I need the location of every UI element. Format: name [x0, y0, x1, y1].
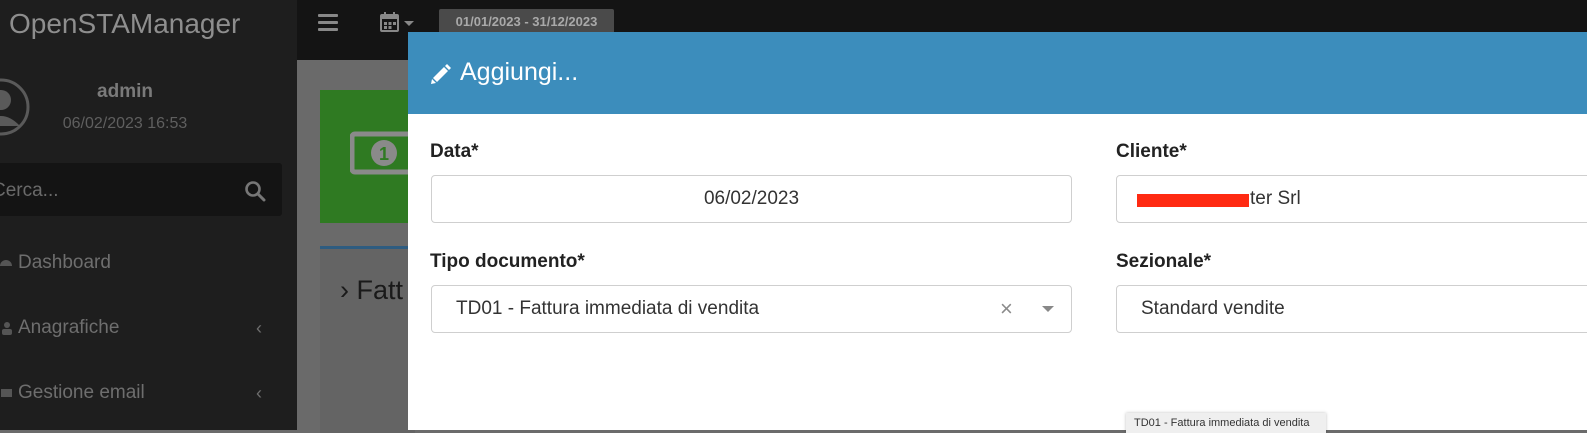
chevron-right-icon: › — [340, 275, 349, 305]
money-icon: 1 — [350, 131, 415, 175]
search-icon[interactable] — [244, 180, 266, 202]
tipo-documento-select[interactable]: TD01 - Fattura immediata di vendita × — [431, 285, 1072, 333]
tipo-documento-value: TD01 - Fattura immediata di vendita — [456, 298, 760, 319]
pencil-icon — [431, 64, 451, 84]
content-panel: › Fatt — [320, 246, 415, 433]
app-logo[interactable]: OpenSTAManager — [0, 0, 297, 60]
user-datetime: 06/02/2023 16:53 — [62, 115, 188, 132]
chevron-left-icon: ‹ — [256, 383, 262, 403]
sidebar-item-label: Gestione email — [18, 382, 145, 403]
sidebar-item-gestione-email[interactable]: Gestione email ‹ — [0, 373, 297, 413]
dashboard-icon — [0, 260, 12, 266]
sidebar: admin 06/02/2023 16:53 Dashboard Anagraf… — [0, 60, 297, 430]
sezionale-label: Sezionale* — [1116, 251, 1212, 272]
chevron-down-icon — [404, 21, 414, 26]
search-input[interactable] — [0, 163, 234, 218]
tipo-documento-label: Tipo documento* — [430, 251, 585, 272]
modal-title: Aggiungi... — [460, 58, 579, 86]
sidebar-item-label: Dashboard — [18, 252, 111, 273]
calendar-dropdown-button[interactable] — [380, 12, 420, 34]
envelope-icon — [1, 389, 12, 397]
sezionale-select[interactable]: Standard vendite — [1116, 285, 1587, 333]
redaction-mark — [1137, 194, 1249, 207]
info-box-card[interactable]: 1 — [320, 90, 415, 223]
calendar-icon — [380, 12, 414, 32]
chevron-down-icon[interactable] — [1042, 306, 1054, 312]
hamburger-menu-icon[interactable] — [318, 14, 338, 32]
users-icon — [2, 322, 12, 335]
modal-header: Aggiungi... — [408, 32, 1587, 114]
tooltip: TD01 - Fattura immediata di vendita — [1126, 413, 1326, 433]
cliente-value: ter Srl — [1250, 188, 1301, 209]
sidebar-item-label: Anagrafiche — [18, 317, 120, 338]
data-field[interactable] — [431, 175, 1072, 223]
sidebar-search — [0, 163, 282, 218]
svg-text:1: 1 — [379, 144, 389, 164]
add-modal: Aggiungi... Data* Cliente* ter Srl Tipo … — [408, 32, 1587, 433]
chevron-left-icon: ‹ — [256, 318, 262, 338]
date-input[interactable] — [432, 176, 1071, 222]
clear-icon[interactable]: × — [1000, 286, 1013, 332]
sezionale-value: Standard vendite — [1141, 298, 1285, 319]
sidebar-item-dashboard[interactable]: Dashboard — [0, 243, 297, 283]
cliente-label: Cliente* — [1116, 141, 1187, 162]
sidebar-item-anagrafiche[interactable]: Anagrafiche ‹ — [0, 308, 297, 348]
cliente-select[interactable]: ter Srl — [1116, 175, 1587, 223]
panel-title: › Fatt — [340, 275, 404, 305]
user-name: admin — [97, 81, 153, 102]
data-label: Data* — [430, 141, 479, 162]
